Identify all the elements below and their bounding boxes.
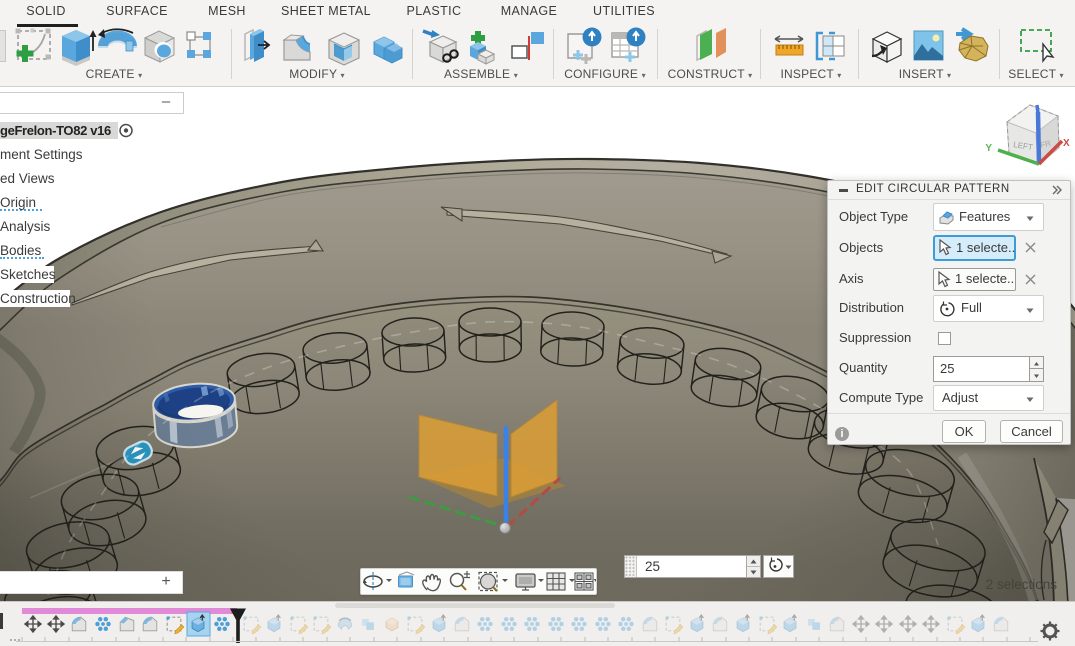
svg-text:2 selections: 2 selections bbox=[986, 577, 1058, 592]
svg-text:Y: Y bbox=[985, 143, 992, 154]
svg-text:X: X bbox=[1063, 138, 1070, 149]
